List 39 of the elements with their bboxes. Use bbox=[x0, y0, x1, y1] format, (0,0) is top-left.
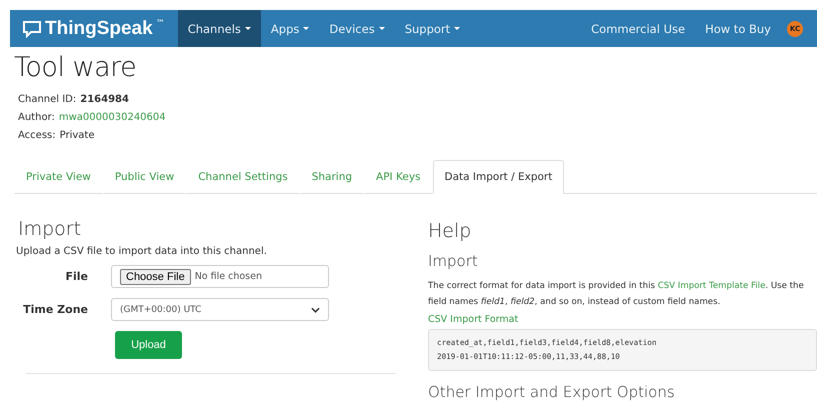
nav-menu[interactable]: Support bbox=[394, 10, 470, 47]
chat-bubble-icon bbox=[22, 20, 42, 38]
info-label: Access: bbox=[18, 129, 56, 143]
field-label: File bbox=[64, 270, 89, 283]
tab[interactable]: Channel Settings bbox=[186, 160, 300, 194]
tab[interactable]: Public View bbox=[102, 160, 186, 194]
info-value: Private bbox=[60, 129, 94, 143]
brand-logo[interactable]: ThingSpeak$^{™}$ bbox=[10, 10, 178, 47]
nav-menu[interactable]: Channels bbox=[178, 10, 261, 47]
subsection-heading: Import bbox=[428, 252, 479, 270]
file-input[interactable]: Choose File No file chosen bbox=[111, 265, 329, 288]
channel-title: Tool ware bbox=[14, 52, 138, 83]
section-heading: Help bbox=[428, 220, 472, 242]
nav-menu[interactable]: Devices bbox=[319, 10, 395, 47]
tab[interactable]: Sharing bbox=[300, 160, 364, 194]
tab[interactable]: Private View bbox=[14, 160, 103, 194]
help-paragraph: The correct format for data import is provided in this CSV Import Template File. Use the field names field1, field2, and so on, instead of custom field names. bbox=[428, 280, 805, 309]
description: Upload a CSV file to import data into this channel. bbox=[16, 246, 268, 257]
format-heading: CSV Import Format bbox=[428, 314, 520, 325]
author-link[interactable]: mwa0000030240604 bbox=[58, 109, 166, 127]
nav-menu[interactable]: Apps bbox=[260, 10, 320, 47]
chevron-down-icon bbox=[311, 306, 320, 312]
info-label: Author: bbox=[18, 111, 55, 125]
info-value: 2164984 bbox=[80, 93, 129, 107]
section-heading: Import bbox=[18, 218, 82, 240]
brand-name: ThingSpeak bbox=[45, 18, 153, 40]
tab[interactable]: Data Import / Export bbox=[432, 160, 564, 194]
trademark: ™ bbox=[156, 19, 165, 29]
choose-file-button[interactable]: Choose File bbox=[120, 268, 191, 284]
timezone-select[interactable]: (GMT+00:00) UTC bbox=[111, 298, 329, 321]
field-label: Time Zone bbox=[22, 303, 89, 316]
nav-link[interactable]: Commercial Use bbox=[581, 10, 696, 47]
tab[interactable]: API Keys bbox=[364, 160, 433, 194]
nav-link[interactable]: How to Buy bbox=[695, 10, 781, 47]
subsection-heading: Other Import and Export Options bbox=[428, 383, 676, 401]
info-label: Channel ID: bbox=[18, 93, 76, 107]
template-link[interactable]: CSV Import Template File bbox=[658, 281, 766, 291]
upload-button[interactable]: Upload bbox=[115, 331, 182, 359]
file-status: No file chosen bbox=[194, 271, 262, 282]
